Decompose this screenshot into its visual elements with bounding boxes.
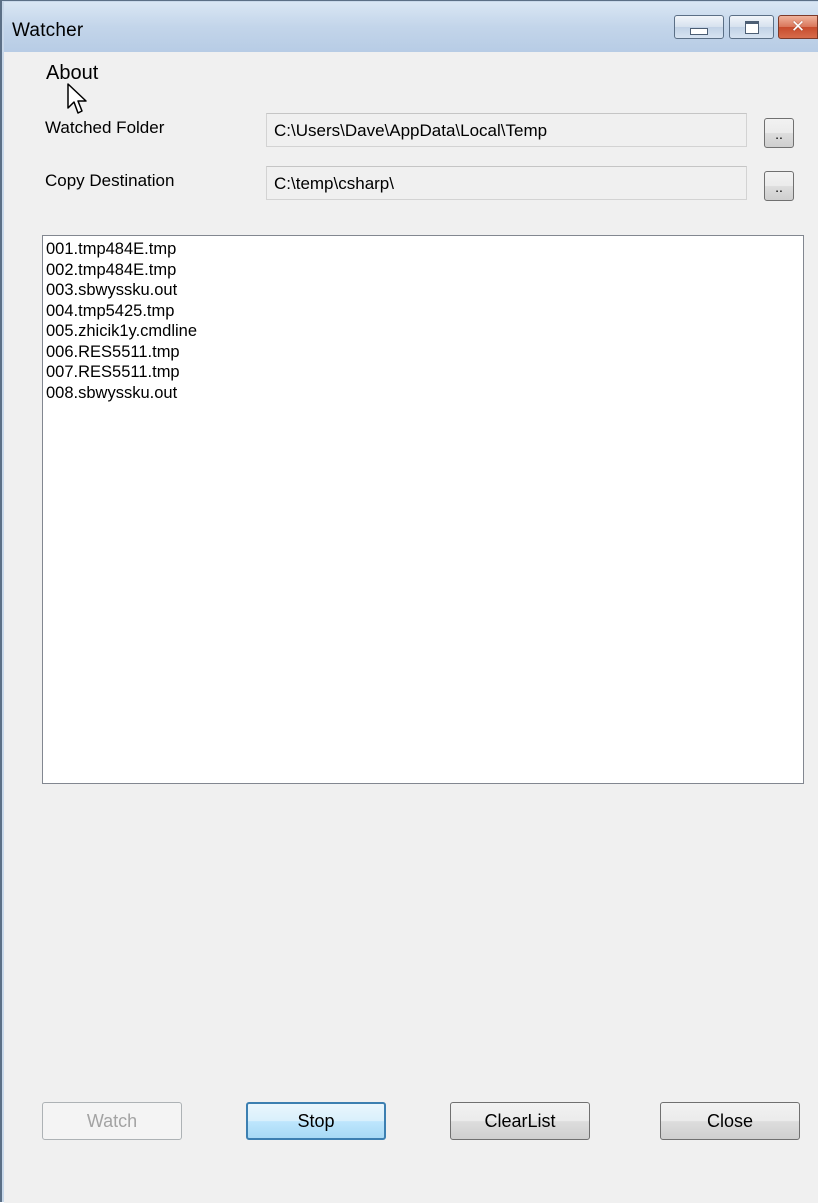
copy-destination-browse-button[interactable]: ..: [764, 171, 794, 201]
watched-folder-label: Watched Folder: [45, 118, 165, 137]
maximize-icon: [744, 20, 759, 34]
window-title: Watcher: [12, 20, 84, 41]
list-item[interactable]: 002.tmp484E.tmp: [46, 260, 800, 281]
watcher-window: Watcher ✕ About Watched Folder C:\Users\…: [0, 0, 818, 1203]
copy-destination-field[interactable]: C:\temp\csharp\: [266, 166, 747, 200]
file-listbox[interactable]: 001.tmp484E.tmp 002.tmp484E.tmp 003.sbwy…: [42, 235, 804, 784]
list-item[interactable]: 001.tmp484E.tmp: [46, 239, 800, 260]
watched-folder-field[interactable]: C:\Users\Dave\AppData\Local\Temp: [266, 113, 747, 147]
watched-folder-browse-button[interactable]: ..: [764, 118, 794, 148]
caption-buttons: ✕: [669, 15, 818, 39]
clear-list-button[interactable]: ClearList: [450, 1102, 590, 1140]
stop-button[interactable]: Stop: [246, 1102, 386, 1140]
maximize-button[interactable]: [729, 15, 774, 39]
list-item[interactable]: 003.sbwyssku.out: [46, 280, 800, 301]
title-bar[interactable]: Watcher ✕: [4, 2, 818, 52]
list-item[interactable]: 004.tmp5425.tmp: [46, 301, 800, 322]
close-icon: ✕: [790, 16, 806, 37]
mouse-pointer-icon: [67, 83, 87, 114]
list-item[interactable]: 006.RES5511.tmp: [46, 342, 800, 363]
list-item[interactable]: 005.zhicik1y.cmdline: [46, 321, 800, 342]
list-item[interactable]: 007.RES5511.tmp: [46, 362, 800, 383]
minimize-icon: [690, 27, 708, 35]
list-item[interactable]: 008.sbwyssku.out: [46, 383, 800, 404]
watch-button[interactable]: Watch: [42, 1102, 182, 1140]
minimize-button[interactable]: [674, 15, 724, 39]
close-button[interactable]: Close: [660, 1102, 800, 1140]
menu-bar: About: [4, 52, 818, 96]
close-window-button[interactable]: ✕: [778, 15, 818, 39]
client-area: About Watched Folder C:\Users\Dave\AppDa…: [4, 52, 818, 1203]
copy-destination-label: Copy Destination: [45, 171, 175, 190]
